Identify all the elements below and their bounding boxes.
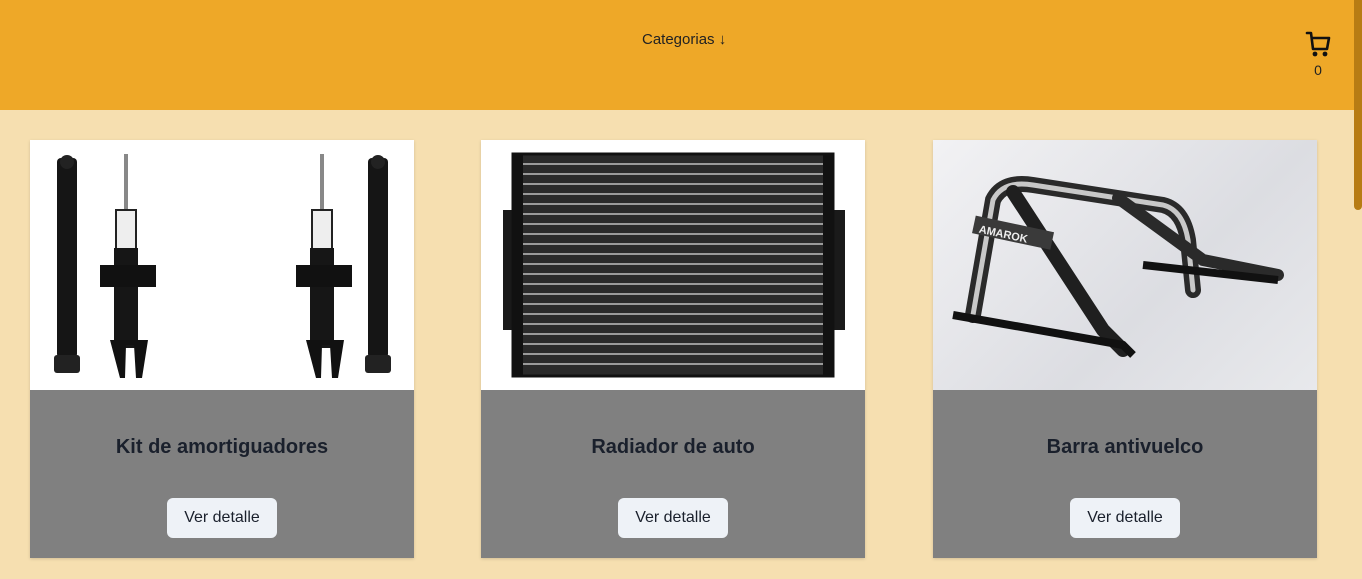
- ver-detalle-button[interactable]: Ver detalle: [1070, 498, 1180, 538]
- product-title: Radiador de auto: [591, 436, 755, 458]
- ver-detalle-button[interactable]: Ver detalle: [618, 498, 728, 538]
- categories-dropdown[interactable]: Categorias ↓: [642, 31, 726, 48]
- cart-icon: [1305, 31, 1331, 57]
- cart-button[interactable]: 0: [1300, 30, 1336, 78]
- shock-absorbers-image: [30, 140, 414, 390]
- product-card: Kit de amortiguadores Ver detalle: [30, 140, 414, 558]
- roll-bar-image: AMAROK: [933, 140, 1317, 390]
- scrollbar[interactable]: [1354, 0, 1362, 579]
- radiator-image: [481, 140, 865, 390]
- product-card: Radiador de auto Ver detalle: [481, 140, 865, 558]
- cart-count: 0: [1314, 62, 1322, 78]
- product-title: Barra antivuelco: [1046, 436, 1204, 458]
- header: Categorias ↓ 0: [0, 0, 1362, 110]
- ver-detalle-button[interactable]: Ver detalle: [167, 498, 277, 538]
- scrollbar-thumb[interactable]: [1354, 0, 1362, 210]
- product-title: Kit de amortiguadores: [115, 436, 329, 458]
- product-card: AMAROK Barra antivuelco Ver detalle: [933, 140, 1317, 558]
